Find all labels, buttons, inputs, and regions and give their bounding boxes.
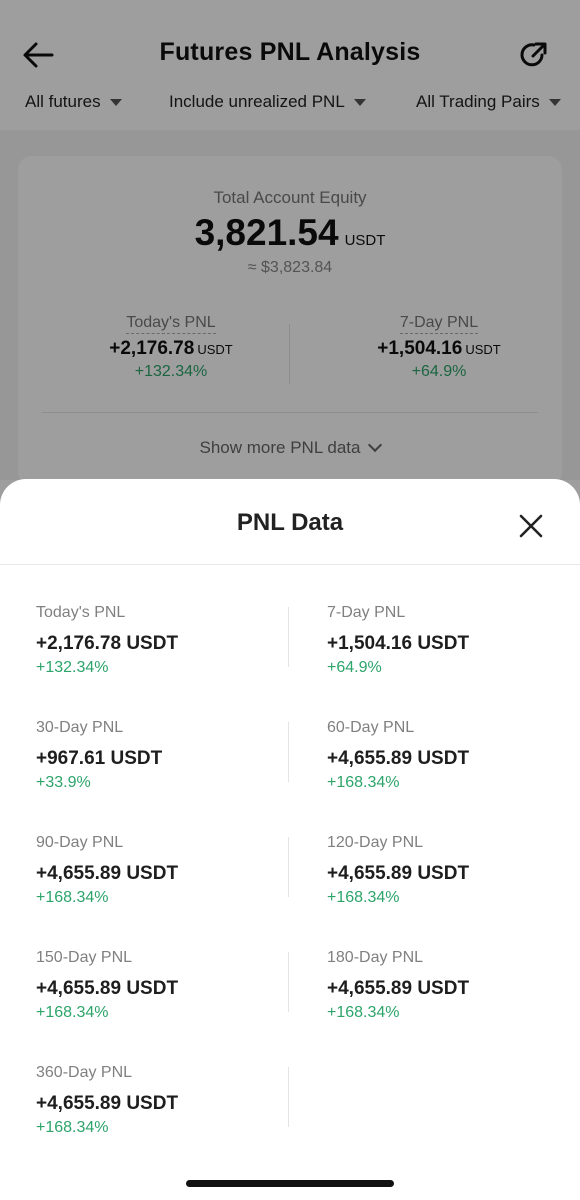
- pnl-item-label: 60-Day PNL: [327, 719, 415, 736]
- pnl-item-30day: 30-Day PNL +967.61 USDT +33.9%: [36, 719, 286, 792]
- pnl-item-pct: +168.34%: [36, 1004, 109, 1021]
- pnl-item-pct: +168.34%: [327, 1004, 400, 1021]
- pnl-item-pct: +168.34%: [327, 774, 400, 791]
- pnl-item-pct: +64.9%: [327, 659, 382, 676]
- sheet-divider: [0, 564, 580, 565]
- pnl-item-value: +967.61 USDT: [36, 748, 163, 769]
- sheet-title: PNL Data: [236, 509, 344, 536]
- pnl-item-label: 7-Day PNL: [327, 604, 406, 621]
- pnl-item-pct: +132.34%: [36, 659, 109, 676]
- close-button[interactable]: [514, 509, 548, 543]
- pnl-item-120day: 120-Day PNL +4,655.89 USDT +168.34%: [327, 834, 577, 907]
- pnl-item-pct: +168.34%: [36, 889, 109, 906]
- column-divider: [288, 1067, 289, 1127]
- close-icon: [519, 514, 543, 538]
- pnl-item-pct: +168.34%: [36, 1119, 109, 1136]
- pnl-item-value: +4,655.89 USDT: [327, 863, 470, 884]
- pnl-item-label: 360-Day PNL: [36, 1064, 133, 1081]
- pnl-item-label: 120-Day PNL: [327, 834, 424, 851]
- pnl-item-label: 30-Day PNL: [36, 719, 124, 736]
- column-divider: [288, 837, 289, 897]
- pnl-item-value: +1,504.16 USDT: [327, 633, 470, 654]
- pnl-item-value: +4,655.89 USDT: [36, 863, 179, 884]
- pnl-item-today: Today's PNL +2,176.78 USDT +132.34%: [36, 604, 286, 677]
- pnl-item-pct: +168.34%: [327, 889, 400, 906]
- column-divider: [288, 607, 289, 667]
- pnl-item-label: 90-Day PNL: [36, 834, 124, 851]
- pnl-item-7day: 7-Day PNL +1,504.16 USDT +64.9%: [327, 604, 577, 677]
- pnl-data-sheet: PNL Data Today's PNL +2,176.78 USDT +132…: [0, 479, 580, 1200]
- pnl-item-value: +2,176.78 USDT: [36, 633, 179, 654]
- pnl-item-value: +4,655.89 USDT: [327, 748, 470, 769]
- pnl-analysis-page: Futures PNL Analysis All futures Include…: [0, 0, 580, 1200]
- column-divider: [288, 952, 289, 1012]
- pnl-item-label: 180-Day PNL: [327, 949, 424, 966]
- pnl-item-60day: 60-Day PNL +4,655.89 USDT +168.34%: [327, 719, 577, 792]
- pnl-item-value: +4,655.89 USDT: [36, 978, 179, 999]
- column-divider: [288, 722, 289, 782]
- pnl-item-value: +4,655.89 USDT: [327, 978, 470, 999]
- pnl-item-pct: +33.9%: [36, 774, 91, 791]
- pnl-item-180day: 180-Day PNL +4,655.89 USDT +168.34%: [327, 949, 577, 1022]
- pnl-item-150day: 150-Day PNL +4,655.89 USDT +168.34%: [36, 949, 286, 1022]
- pnl-item-360day: 360-Day PNL +4,655.89 USDT +168.34%: [36, 1064, 286, 1137]
- pnl-item-label: Today's PNL: [36, 604, 126, 621]
- pnl-item-90day: 90-Day PNL +4,655.89 USDT +168.34%: [36, 834, 286, 907]
- home-indicator[interactable]: [186, 1180, 394, 1187]
- pnl-item-label: 150-Day PNL: [36, 949, 133, 966]
- pnl-item-value: +4,655.89 USDT: [36, 1093, 179, 1114]
